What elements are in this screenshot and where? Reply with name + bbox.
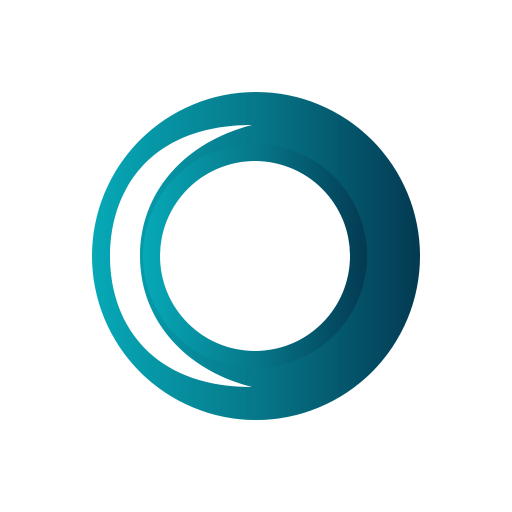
canvas bbox=[0, 0, 512, 512]
ring-logo-icon bbox=[92, 92, 420, 420]
center-hole bbox=[160, 161, 350, 351]
